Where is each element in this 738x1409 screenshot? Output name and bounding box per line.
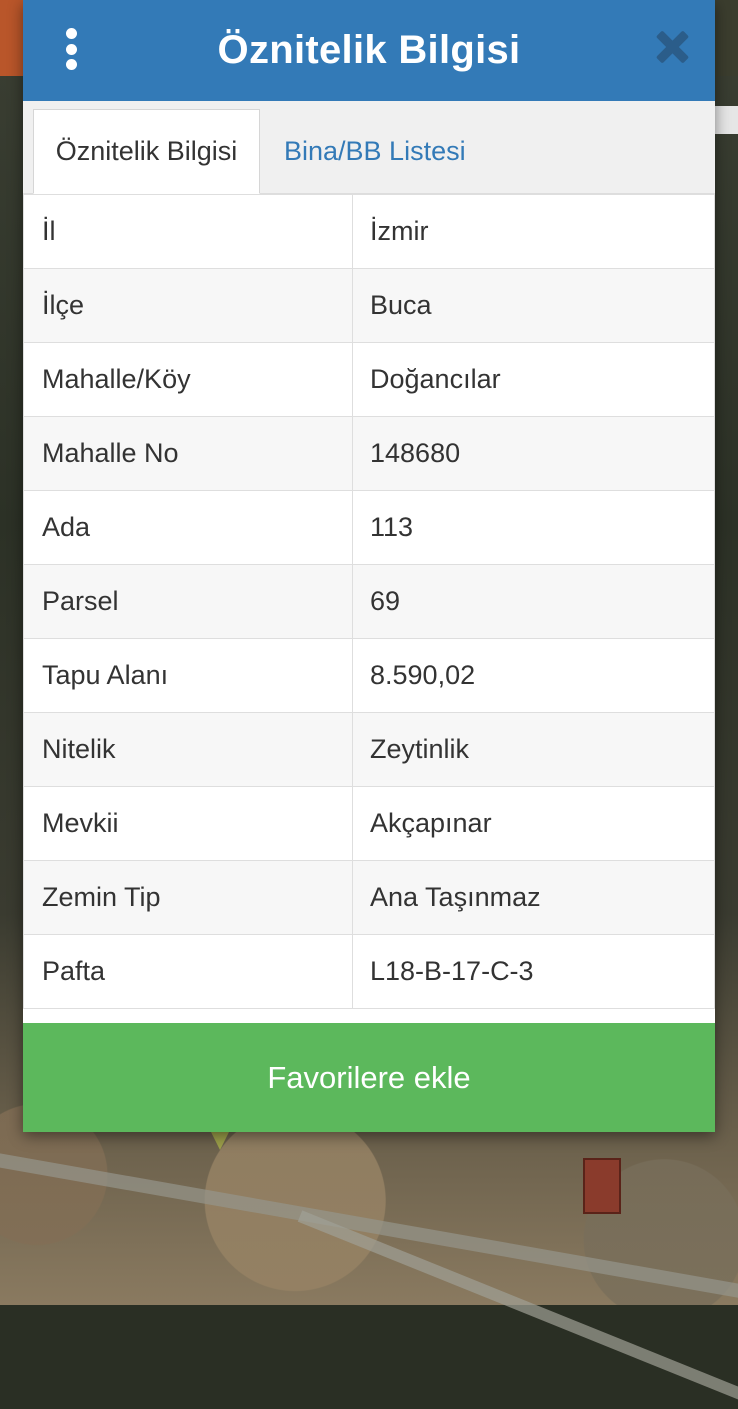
attribute-value: Ana Taşınmaz [352,860,715,935]
attribute-key: Nitelik [23,712,353,787]
attribute-key: Ada [23,490,353,565]
map-control-edge[interactable] [714,106,738,134]
table-row: Pafta L18-B-17-C-3 [23,934,715,1009]
table-row: Tapu Alanı 8.590,02 [23,638,715,713]
map-building [583,1158,621,1214]
table-row: Parsel 69 [23,564,715,639]
kebab-menu-icon[interactable] [61,28,81,70]
attribute-value: Doğancılar [352,342,715,417]
attribute-key: Parsel [23,564,353,639]
attribute-value: İzmir [352,194,715,269]
table-row: Mahalle No 148680 [23,416,715,491]
map-feature [0,0,24,76]
attribute-key: Mevkii [23,786,353,861]
attribute-value: L18-B-17-C-3 [352,934,715,1009]
attribute-key: Pafta [23,934,353,1009]
attribute-value: Buca [352,268,715,343]
table-row: Mahalle/Köy Doğancılar [23,342,715,417]
attribute-dialog: Öznitelik Bilgisi Öznitelik Bilgisi Bina… [23,0,715,1132]
table-row: Ada 113 [23,490,715,565]
table-row: Nitelik Zeytinlik [23,712,715,787]
tab-bar: Öznitelik Bilgisi Bina/BB Listesi [23,101,715,194]
attribute-value: Zeytinlik [352,712,715,787]
table-row: İlçe Buca [23,268,715,343]
attribute-value: 148680 [352,416,715,491]
map-marker-icon[interactable] [210,1130,230,1150]
attribute-key: İl [23,194,353,269]
map-feature [714,0,738,76]
attribute-value: Akçapınar [352,786,715,861]
dialog-header: Öznitelik Bilgisi [23,0,715,101]
attribute-key: İlçe [23,268,353,343]
table-row: Zemin Tip Ana Taşınmaz [23,860,715,935]
attribute-key: Mahalle/Köy [23,342,353,417]
table-row: İl İzmir [23,194,715,269]
attribute-key: Zemin Tip [23,860,353,935]
close-icon[interactable] [655,30,689,64]
attribute-table: İl İzmir İlçe Buca Mahalle/Köy Doğancıla… [23,194,715,1009]
attribute-key: Tapu Alanı [23,638,353,713]
tab-building-list[interactable]: Bina/BB Listesi [266,109,484,193]
tab-attribute-info[interactable]: Öznitelik Bilgisi [33,109,260,194]
attribute-value: 69 [352,564,715,639]
table-row: Mevkii Akçapınar [23,786,715,861]
attribute-value: 8.590,02 [352,638,715,713]
dialog-title: Öznitelik Bilgisi [217,28,521,72]
attribute-value: 113 [352,490,715,565]
attribute-key: Mahalle No [23,416,353,491]
add-to-favorites-button[interactable]: Favorilere ekle [23,1023,715,1132]
